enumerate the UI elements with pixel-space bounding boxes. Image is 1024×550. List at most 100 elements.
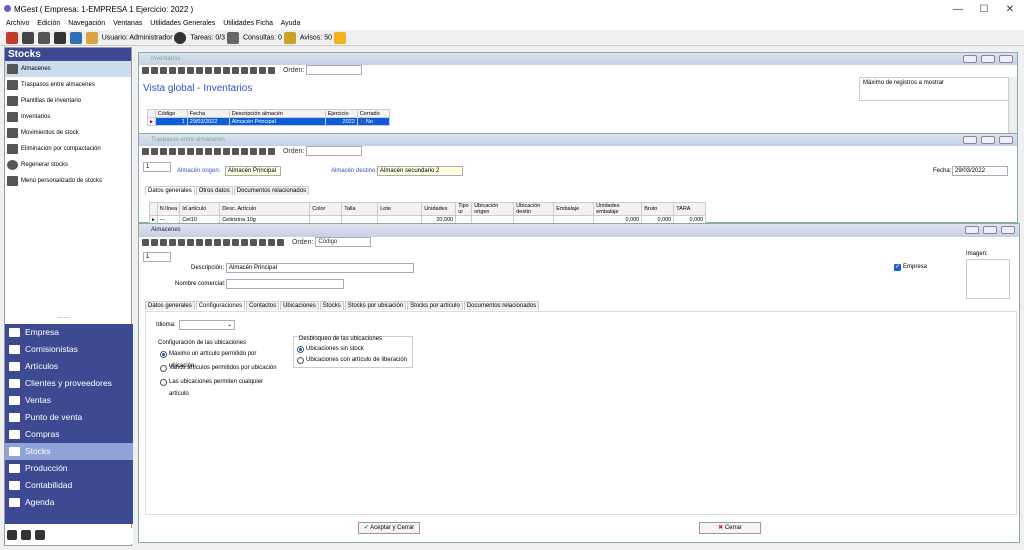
home-small-icon[interactable] bbox=[20, 530, 31, 540]
sidebar-item-plantillas[interactable]: Plantillas de inventario bbox=[5, 93, 131, 109]
tab-documentos[interactable]: Documentos relacionados bbox=[463, 301, 540, 310]
module-empresa[interactable]: Empresa bbox=[5, 324, 133, 341]
warning-icon[interactable] bbox=[333, 32, 346, 44]
tab-stocks[interactable]: Stocks bbox=[319, 301, 344, 310]
prev-icon[interactable] bbox=[169, 66, 176, 74]
sidebar-item-eliminacion[interactable]: Eliminación por compactación bbox=[5, 141, 131, 157]
print-icon[interactable] bbox=[259, 66, 266, 74]
table-row[interactable]: ▸ 1 29/03/2022 Almacén Principal 2022 ✕ … bbox=[147, 117, 390, 126]
add-icon[interactable] bbox=[196, 238, 203, 246]
tab-configuraciones[interactable]: Configuraciones bbox=[195, 301, 246, 310]
last-icon[interactable] bbox=[187, 147, 194, 155]
tab-datos-generales[interactable]: Datos generales bbox=[145, 301, 195, 310]
restore-button[interactable] bbox=[981, 136, 995, 144]
cerrar-button[interactable]: ✖ Cerrar bbox=[699, 522, 761, 534]
last-icon[interactable] bbox=[187, 238, 194, 246]
prev-icon[interactable] bbox=[169, 238, 176, 246]
first-icon[interactable] bbox=[160, 238, 167, 246]
minimize-button[interactable] bbox=[963, 55, 977, 63]
maximize-button[interactable]: ☐ bbox=[978, 4, 990, 16]
print-icon[interactable] bbox=[259, 147, 266, 155]
refresh-icon[interactable] bbox=[232, 147, 239, 155]
refresh-icon[interactable] bbox=[232, 66, 239, 74]
col-ejercicio[interactable]: Ejercicio bbox=[324, 109, 358, 118]
col-cerrado[interactable]: Cerrado bbox=[356, 109, 390, 118]
module-contabilidad[interactable]: Contabilidad bbox=[5, 477, 133, 494]
menu-ayuda[interactable]: Ayuda bbox=[281, 20, 301, 27]
menu-utilidades-generales[interactable]: Utilidades Generales bbox=[150, 20, 215, 27]
print-icon[interactable] bbox=[259, 238, 266, 246]
origen-field[interactable]: Almacén Principal bbox=[225, 166, 281, 176]
search-icon[interactable] bbox=[241, 66, 248, 74]
back-icon[interactable] bbox=[142, 238, 149, 246]
orden-select[interactable] bbox=[306, 65, 363, 75]
destino-field[interactable]: Almacén secundario 2 bbox=[377, 166, 463, 176]
sidebar-item-movimientos[interactable]: Movimientos de stock bbox=[5, 125, 131, 141]
sidebar-item-almacenes[interactable]: Almacenes bbox=[5, 61, 131, 77]
home-icon[interactable] bbox=[6, 32, 18, 44]
forward-icon[interactable] bbox=[151, 66, 158, 74]
menu-navegacion[interactable]: Navegación bbox=[68, 20, 105, 27]
col-id[interactable]: Id artículo bbox=[179, 202, 221, 216]
sidebar-item-menu-personalizado[interactable]: Menú personalizado de stocks bbox=[5, 173, 131, 189]
sidebar-item-regenerar[interactable]: Regenerar stocks bbox=[5, 157, 131, 173]
check-icon[interactable] bbox=[214, 238, 221, 246]
filter-icon[interactable] bbox=[250, 66, 257, 74]
close-button[interactable] bbox=[999, 136, 1013, 144]
module-stocks[interactable]: Stocks bbox=[5, 443, 133, 460]
orden-select[interactable] bbox=[306, 146, 363, 156]
sidebar-splitter[interactable]: ........ bbox=[57, 314, 70, 320]
minimize-button[interactable] bbox=[963, 136, 977, 144]
forward-icon[interactable] bbox=[151, 147, 158, 155]
next-icon[interactable] bbox=[178, 66, 185, 74]
tab-datos-generales[interactable]: Datos generales bbox=[145, 186, 195, 195]
first-icon[interactable] bbox=[160, 66, 167, 74]
col-descripcion[interactable]: Descripción almacén bbox=[228, 109, 326, 118]
sidebar-item-inventarios[interactable]: Inventarios bbox=[5, 109, 131, 125]
col-embalaje[interactable]: Embalaje bbox=[553, 202, 595, 216]
remove-icon[interactable] bbox=[205, 147, 212, 155]
col-lote[interactable]: Lote bbox=[377, 202, 423, 216]
prev-icon[interactable] bbox=[169, 147, 176, 155]
back-icon[interactable] bbox=[142, 66, 149, 74]
minimize-button[interactable] bbox=[965, 226, 979, 234]
menu-utilidades-ficha[interactable]: Utilidades Ficha bbox=[223, 20, 273, 27]
close-button[interactable]: ✕ bbox=[1004, 4, 1016, 16]
search-icon[interactable] bbox=[241, 147, 248, 155]
queries-icon[interactable] bbox=[283, 32, 296, 44]
traspaso-id-field[interactable]: 1 bbox=[143, 162, 171, 172]
radio-varios[interactable]: Varios artículos permitidos por ubicació… bbox=[160, 362, 277, 374]
module-agenda[interactable]: Agenda bbox=[5, 494, 133, 511]
search-icon[interactable] bbox=[241, 238, 248, 246]
tasks-icon[interactable] bbox=[227, 32, 240, 44]
orden-select[interactable]: Código bbox=[315, 237, 372, 247]
list-icon[interactable] bbox=[268, 238, 275, 246]
descripcion-field[interactable]: Almacén Principal bbox=[226, 263, 414, 273]
grid-small-icon[interactable] bbox=[34, 530, 45, 540]
almacen-id-field[interactable]: 1 bbox=[143, 252, 171, 262]
nombre-comercial-field[interactable] bbox=[226, 279, 344, 289]
fecha-field[interactable]: 29/03/2022 bbox=[952, 166, 1008, 176]
radio-maximo-uno[interactable]: Máximo un artículo permitido por ubicaci… bbox=[160, 348, 282, 369]
idioma-select[interactable]: ⌄ bbox=[179, 320, 235, 330]
monitor-icon[interactable] bbox=[277, 238, 284, 246]
col-talla[interactable]: Talla bbox=[341, 202, 379, 216]
col-ubicacion-origen[interactable]: Ubicación origen bbox=[471, 202, 515, 216]
inventarios-scrollbar[interactable] bbox=[1008, 77, 1017, 135]
module-ventas[interactable]: Ventas bbox=[5, 392, 133, 409]
imagen-box[interactable] bbox=[966, 259, 1010, 299]
empresa-checkbox[interactable]: ✓ bbox=[894, 264, 901, 271]
tab-documentos[interactable]: Documentos relacionados bbox=[233, 186, 310, 195]
col-unidades[interactable]: Unidades bbox=[421, 202, 457, 216]
module-articulos[interactable]: Artículos bbox=[5, 358, 133, 375]
first-icon[interactable] bbox=[160, 147, 167, 155]
next-icon[interactable] bbox=[178, 238, 185, 246]
calendar-icon[interactable] bbox=[37, 32, 50, 44]
col-desc[interactable]: Desc. Artículo bbox=[219, 202, 311, 216]
monitor-icon[interactable] bbox=[7, 530, 17, 540]
module-comisionistas[interactable]: Comisionistas bbox=[5, 341, 133, 358]
add-icon[interactable] bbox=[196, 147, 203, 155]
sidebar-item-traspasos[interactable]: Traspasos entre almacenes bbox=[5, 77, 131, 93]
user-icon[interactable] bbox=[174, 32, 187, 44]
forward-icon[interactable] bbox=[151, 238, 158, 246]
